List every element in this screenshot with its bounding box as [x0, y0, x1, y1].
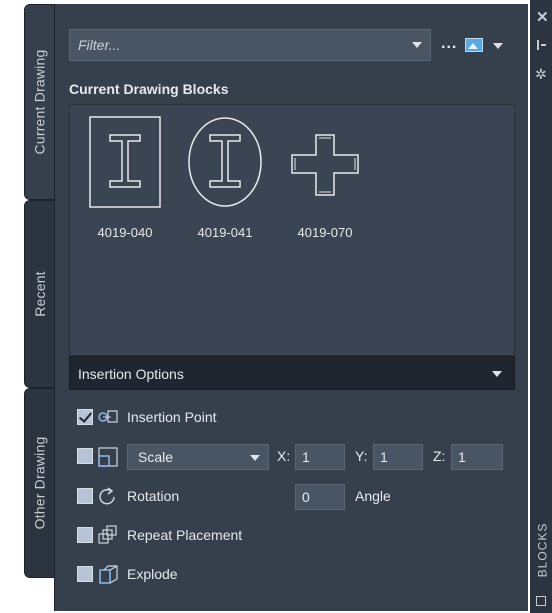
i-beam-circle-block-icon	[188, 117, 262, 207]
scale-y-input[interactable]: 1	[373, 444, 423, 470]
i-beam-square-block-icon	[89, 116, 161, 208]
close-icon[interactable]: ✕	[536, 8, 549, 26]
repeat-placement-icon	[98, 525, 117, 544]
insertion-options-header[interactable]: Insertion Options	[69, 356, 515, 390]
scale-mode-select[interactable]: Scale	[127, 444, 269, 470]
block-name: 4019-040	[97, 225, 153, 240]
tab-other-drawing-label: Other Drawing	[31, 436, 48, 530]
filter-dropdown-icon[interactable]	[412, 42, 422, 48]
scale-checkbox[interactable]	[77, 448, 93, 464]
palette-title-label: BLOCKS	[535, 522, 549, 578]
auto-hide-icon[interactable]	[537, 40, 546, 50]
scale-option: Scale X: 1 Y: 1 Z: 1	[77, 444, 517, 470]
filter-placeholder: Filter...	[78, 37, 121, 53]
scale-icon	[98, 447, 118, 467]
insertion-point-checkbox[interactable]	[77, 409, 93, 425]
block-item[interactable]: 4019-040	[80, 115, 170, 245]
scale-z-value: 1	[458, 449, 466, 465]
tab-current-drawing[interactable]: Current Drawing	[24, 4, 54, 200]
properties-icon[interactable]: ✲	[535, 66, 547, 83]
rotation-checkbox[interactable]	[77, 488, 93, 504]
explode-label: Explode	[127, 566, 178, 582]
blocks-panel: Filter... ... Current Drawing Blocks 401…	[54, 4, 528, 611]
tab-recent[interactable]: Recent	[24, 200, 54, 388]
rotation-icon	[99, 487, 115, 505]
blocks-gallery: 4019-040 4019-041 4019-070	[69, 104, 515, 356]
angle-label: Angle	[355, 488, 391, 504]
block-item[interactable]: 4019-070	[280, 115, 370, 245]
image-view-icon[interactable]	[465, 38, 483, 52]
explode-checkbox[interactable]	[77, 566, 93, 582]
scale-x-value: 1	[302, 449, 310, 465]
more-options-button[interactable]: ...	[441, 35, 457, 53]
repeat-placement-label: Repeat Placement	[127, 527, 243, 543]
explode-icon	[99, 565, 118, 584]
tab-other-drawing[interactable]: Other Drawing	[24, 388, 54, 578]
block-palette-icon	[536, 596, 546, 606]
scale-z-input[interactable]: 1	[451, 444, 503, 470]
collapse-icon[interactable]	[492, 371, 502, 377]
scale-x-input[interactable]: 1	[295, 444, 345, 470]
repeat-placement-option: Repeat Placement	[77, 523, 377, 549]
block-item[interactable]: 4019-041	[180, 115, 270, 245]
palette-tabs: Current Drawing Recent Other Drawing	[24, 0, 54, 613]
chevron-down-icon	[250, 455, 260, 461]
tab-current-drawing-label: Current Drawing	[31, 49, 48, 155]
rotation-option: Rotation 0 Angle	[77, 484, 517, 510]
filter-input[interactable]: Filter...	[69, 29, 431, 61]
rotation-label: Rotation	[127, 488, 180, 504]
repeat-placement-checkbox[interactable]	[77, 527, 93, 543]
rotation-angle-input[interactable]: 0	[295, 484, 345, 510]
scale-mode-value: Scale	[138, 449, 174, 465]
scale-y-label: Y:	[355, 448, 368, 464]
block-name: 4019-041	[197, 225, 253, 240]
block-name: 4019-070	[297, 225, 353, 240]
tab-recent-label: Recent	[31, 271, 48, 317]
insertion-options-title: Insertion Options	[78, 366, 184, 382]
palette-title-bar: ✕ ✲ BLOCKS	[530, 0, 552, 613]
insertion-point-icon	[98, 410, 118, 423]
scale-z-label: Z:	[433, 448, 446, 464]
scale-x-label: X:	[277, 448, 291, 464]
cross-block-icon	[291, 134, 359, 196]
view-dropdown-icon[interactable]	[493, 43, 503, 49]
section-title: Current Drawing Blocks	[69, 81, 229, 97]
insertion-point-option: Insertion Point	[77, 405, 377, 431]
palette-title: BLOCKS	[533, 520, 551, 580]
rotation-angle-value: 0	[302, 489, 310, 505]
scale-y-value: 1	[380, 449, 388, 465]
explode-option: Explode	[77, 562, 377, 588]
insertion-point-label: Insertion Point	[127, 409, 217, 425]
